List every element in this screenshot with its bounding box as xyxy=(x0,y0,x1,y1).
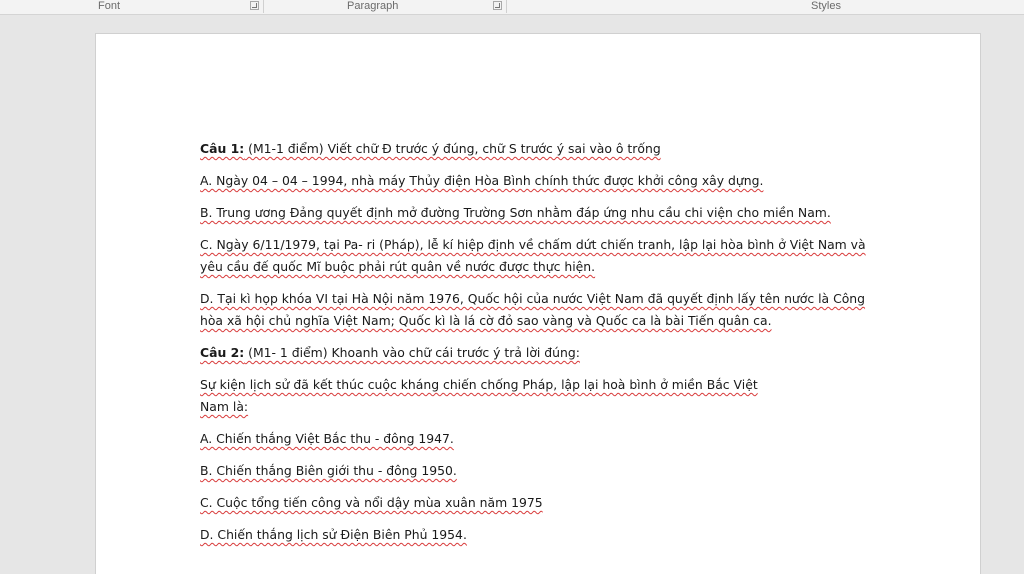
paragraph-text: C. Cuộc tổng tiến công và nổi dậy mùa xu… xyxy=(200,495,543,510)
paragraph[interactable]: A. Ngày 04 – 04 – 1994, nhà máy Thủy điệ… xyxy=(200,170,890,192)
font-dialog-launcher-icon[interactable] xyxy=(250,1,259,10)
paragraph-text: (M1-1 điểm) Viết chữ Đ trước ý đúng, chữ… xyxy=(244,141,661,156)
paragraph-dialog-launcher-icon[interactable] xyxy=(493,1,502,10)
font-group-label: Font xyxy=(98,0,121,12)
paragraph-text: A. Chiến thắng Việt Bắc thu - đông 1947. xyxy=(200,431,454,446)
paragraph-text: C. Ngày 6/11/1979, tại Pa- ri (Pháp), lễ… xyxy=(200,237,866,274)
document-page[interactable]: Câu 1: (M1-1 điểm) Viết chữ Đ trước ý đú… xyxy=(96,34,980,574)
paragraph[interactable]: Sự kiện lịch sử đã kết thúc cuộc kháng c… xyxy=(200,374,760,418)
paragraph[interactable]: A. Chiến thắng Việt Bắc thu - đông 1947. xyxy=(200,428,890,450)
paragraph[interactable]: D. Tại kì họp khóa VI tại Hà Nội năm 197… xyxy=(200,288,890,332)
paragraph[interactable]: Câu 2: (M1- 1 điểm) Khoanh vào chữ cái t… xyxy=(200,342,890,364)
paragraph[interactable]: B. Chiến thắng Biên giới thu - đông 1950… xyxy=(200,460,890,482)
paragraph[interactable]: D. Chiến thắng lịch sử Điện Biên Phủ 195… xyxy=(200,524,890,546)
paragraph-text: B. Trung ương Đảng quyết định mở đường T… xyxy=(200,205,831,220)
ribbon-group-labels: Font Paragraph Styles xyxy=(0,0,1024,15)
paragraph-group-label: Paragraph xyxy=(347,0,399,12)
paragraph-text: Sự kiện lịch sử đã kết thúc cuộc kháng c… xyxy=(200,377,758,414)
paragraph[interactable]: C. Ngày 6/11/1979, tại Pa- ri (Pháp), lễ… xyxy=(200,234,890,278)
group-separator xyxy=(263,0,264,13)
paragraph[interactable]: B. Trung ương Đảng quyết định mở đường T… xyxy=(200,202,890,224)
paragraph[interactable]: Câu 1: (M1-1 điểm) Viết chữ Đ trước ý đú… xyxy=(200,138,890,160)
paragraph-text: D. Tại kì họp khóa VI tại Hà Nội năm 197… xyxy=(200,291,866,328)
paragraph[interactable]: C. Cuộc tổng tiến công và nổi dậy mùa xu… xyxy=(200,492,890,514)
question-label: Câu 2: xyxy=(200,345,245,360)
paragraph-text: D. Chiến thắng lịch sử Điện Biên Phủ 195… xyxy=(200,527,467,542)
question-label: Câu 1: xyxy=(200,141,245,156)
group-separator xyxy=(506,0,507,13)
styles-group-label: Styles xyxy=(811,0,841,12)
paragraph-text: A. Ngày 04 – 04 – 1994, nhà máy Thủy điệ… xyxy=(200,173,764,188)
paragraph-text: B. Chiến thắng Biên giới thu - đông 1950… xyxy=(200,463,457,478)
paragraph-text: (M1- 1 điểm) Khoanh vào chữ cái trước ý … xyxy=(244,345,580,360)
document-body[interactable]: Câu 1: (M1-1 điểm) Viết chữ Đ trước ý đú… xyxy=(200,138,890,556)
